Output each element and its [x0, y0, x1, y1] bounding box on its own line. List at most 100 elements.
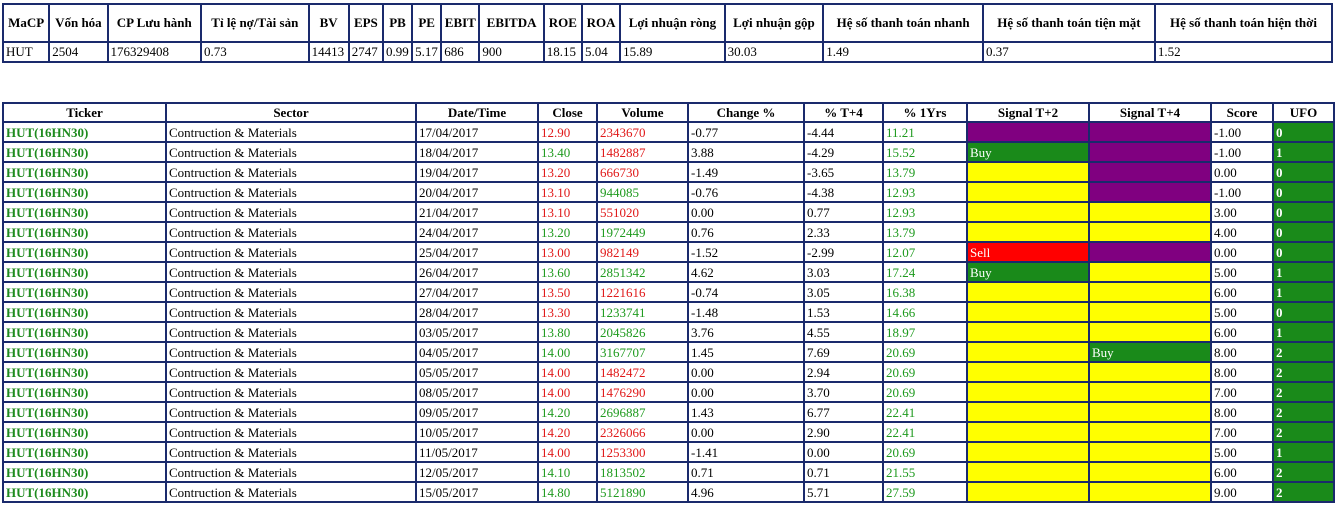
table-row: HUT(16HN30) Contruction & Materials 19/04/…	[2, 161, 1335, 183]
volume-cell: 2696887	[596, 401, 689, 423]
change-cell: 0.00	[687, 381, 805, 403]
table-row: HUT(16HN30) Contruction & Materials 09/05/…	[2, 401, 1335, 423]
signals-header-cell: Close	[537, 102, 598, 123]
ticker-cell: HUT(16HN30)	[2, 361, 167, 383]
signal-t4-cell	[1088, 281, 1212, 303]
score-cell: 3.00	[1210, 201, 1274, 223]
fundamentals-value-cell: HUT	[1, 41, 51, 63]
change-cell: 0.71	[687, 461, 805, 483]
pct-t4-cell: 0.77	[803, 201, 884, 223]
pct-t4-cell: 0.71	[803, 461, 884, 483]
ufo-cell: 2	[1272, 401, 1335, 423]
score-cell: 4.00	[1210, 221, 1274, 243]
fundamentals-value-cell: 2747	[347, 41, 384, 63]
pct-1yr-cell: 12.93	[882, 181, 968, 203]
pct-t4-cell: -3.65	[803, 161, 884, 183]
ticker-cell: HUT(16HN30)	[2, 441, 167, 463]
pct-1yr-cell: 13.79	[882, 221, 968, 243]
volume-cell: 982149	[596, 241, 689, 263]
volume-cell: 2045826	[596, 321, 689, 343]
date-cell: 03/05/2017	[415, 321, 539, 343]
close-cell: 13.30	[537, 301, 598, 323]
signals-table: Ticker Sector Date/Time Close Volume Change %…	[2, 102, 1335, 503]
table-row: HUT(16HN30) Contruction & Materials 24/04/…	[2, 221, 1335, 243]
sector-cell: Contruction & Materials	[165, 201, 417, 223]
sector-cell: Contruction & Materials	[165, 241, 417, 263]
fundamentals-header-row: MaCP Vốn hóa CP Lưu hành Tỉ lệ nợ/Tài sản BV…	[1, 3, 1334, 43]
change-cell: 1.43	[687, 401, 805, 423]
signals-header-cell: Signal T+4	[1088, 102, 1212, 123]
change-cell: 3.88	[687, 141, 805, 163]
date-cell: 11/05/2017	[415, 441, 539, 463]
close-cell: 14.00	[537, 341, 598, 363]
pct-t4-cell: -4.29	[803, 141, 884, 163]
sector-cell: Contruction & Materials	[165, 221, 417, 243]
signals-header-cell: Sector	[165, 102, 417, 123]
volume-cell: 551020	[596, 201, 689, 223]
pct-1yr-cell: 12.93	[882, 201, 968, 223]
fundamentals-header-cell: Lợi nhuận ròng	[619, 3, 726, 43]
date-cell: 18/04/2017	[415, 141, 539, 163]
fundamentals-header-cell: Hệ số thanh toán nhanh	[822, 3, 985, 43]
close-cell: 13.10	[537, 181, 598, 203]
score-cell: 5.00	[1210, 261, 1274, 283]
volume-cell: 944085	[596, 181, 689, 203]
score-cell: 9.00	[1210, 481, 1274, 503]
date-cell: 20/04/2017	[415, 181, 539, 203]
score-cell: 6.00	[1210, 321, 1274, 343]
signals-header-cell: UFO	[1272, 102, 1335, 123]
signal-t2-cell	[966, 201, 1090, 223]
sector-cell: Contruction & Materials	[165, 181, 417, 203]
date-cell: 12/05/2017	[415, 461, 539, 483]
signal-t2-cell	[966, 401, 1090, 423]
ufo-cell: 2	[1272, 481, 1335, 503]
close-cell: 14.20	[537, 401, 598, 423]
ticker-cell: HUT(16HN30)	[2, 321, 167, 343]
ticker-cell: HUT(16HN30)	[2, 281, 167, 303]
change-cell: 1.45	[687, 341, 805, 363]
signals-header-cell: Change %	[687, 102, 805, 123]
ticker-cell: HUT(16HN30)	[2, 301, 167, 323]
fundamentals-value-row: HUT 2504 176329408 0.73 14413 2747 0.99 5.17 686…	[1, 41, 1334, 63]
fundamentals-header-cell: Hệ số thanh toán hiện thời	[1153, 3, 1334, 43]
ticker-cell: HUT(16HN30)	[2, 421, 167, 443]
ticker-cell: HUT(16HN30)	[2, 141, 167, 163]
sector-cell: Contruction & Materials	[165, 421, 417, 443]
signal-t2-cell	[966, 121, 1090, 143]
signal-t4-cell	[1088, 261, 1212, 283]
signals-header-cell: Score	[1210, 102, 1274, 123]
table-row: HUT(16HN30) Contruction & Materials 17/04/…	[2, 121, 1335, 143]
fundamentals-value-cell: 18.15	[542, 41, 583, 63]
volume-cell: 1482472	[596, 361, 689, 383]
date-cell: 26/04/2017	[415, 261, 539, 283]
volume-cell: 1482887	[596, 141, 689, 163]
ufo-cell: 1	[1272, 261, 1335, 283]
fundamentals-header-cell: Tỉ lệ nợ/Tài sản	[200, 3, 310, 43]
volume-cell: 3167707	[596, 341, 689, 363]
fundamentals-value-cell: 0.99	[381, 41, 414, 63]
sector-cell: Contruction & Materials	[165, 301, 417, 323]
date-cell: 19/04/2017	[415, 161, 539, 183]
signal-t2-cell	[966, 441, 1090, 463]
fundamentals-value-cell: 14413	[307, 41, 350, 63]
signals-body: HUT(16HN30) Contruction & Materials 17/04/…	[2, 121, 1335, 503]
pct-1yr-cell: 13.79	[882, 161, 968, 183]
date-cell: 05/05/2017	[415, 361, 539, 383]
table-row: HUT(16HN30) Contruction & Materials 03/05/…	[2, 321, 1335, 343]
pct-t4-cell: 1.53	[803, 301, 884, 323]
change-cell: -0.74	[687, 281, 805, 303]
volume-cell: 1813502	[596, 461, 689, 483]
signals-header-cell: Signal T+2	[966, 102, 1090, 123]
sector-cell: Contruction & Materials	[165, 281, 417, 303]
score-cell: 7.00	[1210, 421, 1274, 443]
volume-cell: 1221616	[596, 281, 689, 303]
sector-cell: Contruction & Materials	[165, 401, 417, 423]
ticker-cell: HUT(16HN30)	[2, 401, 167, 423]
pct-t4-cell: -2.99	[803, 241, 884, 263]
pct-1yr-cell: 15.52	[882, 141, 968, 163]
close-cell: 13.20	[537, 161, 598, 183]
ticker-cell: HUT(16HN30)	[2, 241, 167, 263]
sector-cell: Contruction & Materials	[165, 481, 417, 503]
pct-1yr-cell: 22.41	[882, 421, 968, 443]
fundamentals-header-cell: PB	[381, 3, 414, 43]
